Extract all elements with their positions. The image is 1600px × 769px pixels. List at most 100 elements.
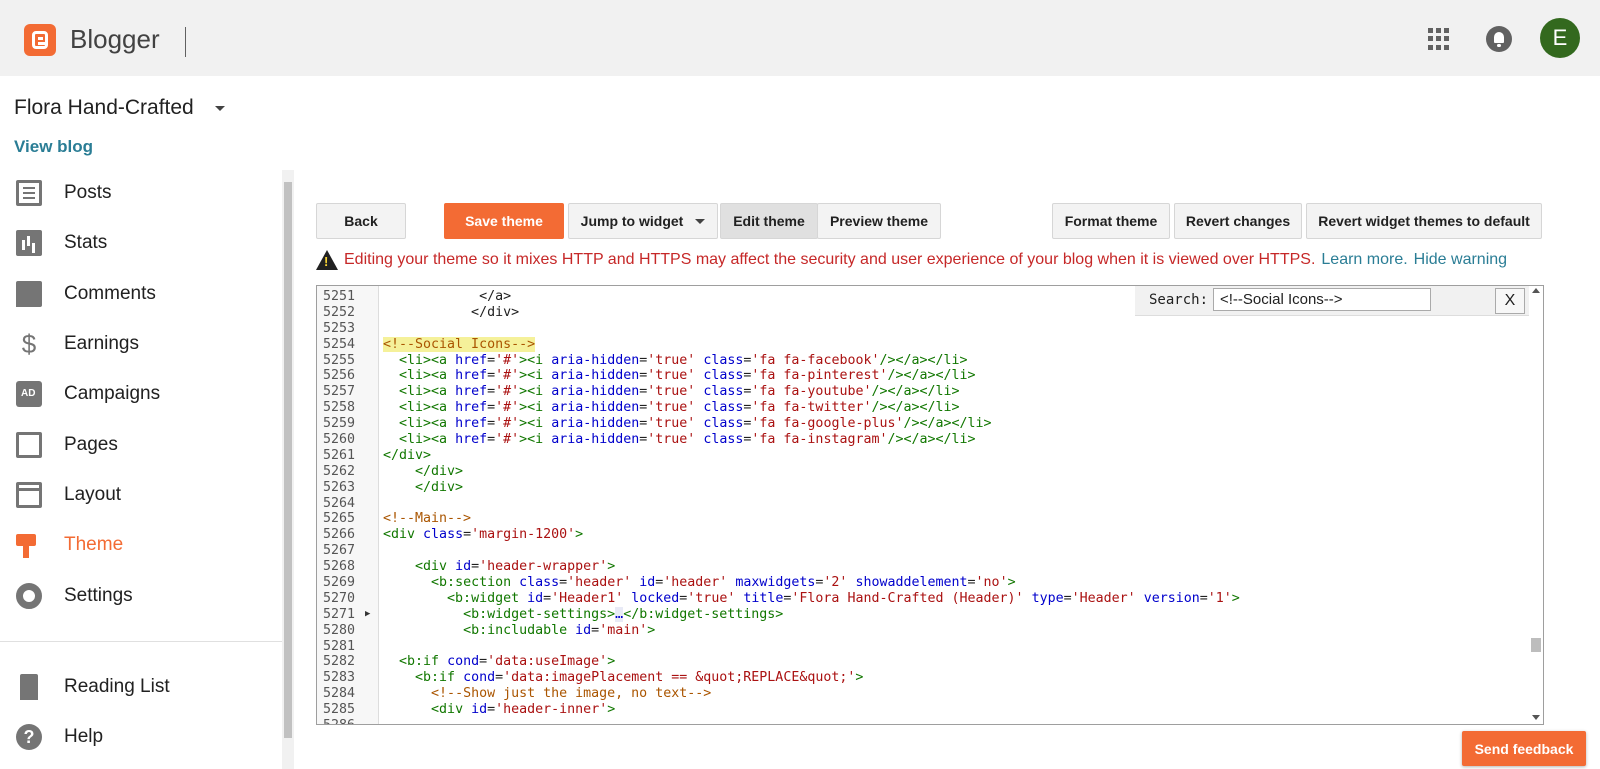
sidebar-item-label: Help — [64, 726, 104, 748]
blog-selector[interactable]: Flora Hand-Crafted — [14, 96, 194, 120]
sidebar-item-comments[interactable]: Comments — [0, 269, 282, 319]
line-number: 5254 — [323, 336, 356, 352]
chevron-down-icon[interactable] — [215, 106, 225, 111]
brand-name[interactable]: Blogger — [70, 24, 160, 55]
code-line[interactable]: 5263 </div> — [317, 480, 1527, 496]
code-area[interactable]: 5251 </a> 5252 </div> 5253 5254 <!--Social I… — [317, 289, 1527, 724]
revert-changes-button[interactable]: Revert changes — [1174, 203, 1302, 239]
code-text: </div> — [415, 463, 464, 479]
sidebar-scrollbar[interactable] — [282, 170, 294, 769]
code-line[interactable]: 5285 <div id='header-inner'> — [317, 702, 1527, 718]
preview-theme-button[interactable]: Preview theme — [817, 203, 941, 239]
pages-icon — [16, 431, 42, 458]
revert-widget-themes-button[interactable]: Revert widget themes to default — [1306, 203, 1542, 239]
sidebar-item-posts[interactable]: Posts — [0, 168, 282, 218]
code-editor[interactable]: 5251 </a> 5252 </div> 5253 5254 <!--Social I… — [316, 285, 1544, 725]
close-search-button[interactable]: X — [1495, 288, 1525, 314]
code-line[interactable]: 5269 <b:section class='header' id='heade… — [317, 575, 1527, 591]
sidebar-item-settings[interactable]: Settings — [0, 570, 282, 620]
code-line[interactable]: 5281 — [317, 639, 1527, 655]
save-theme-button[interactable]: Save theme — [444, 203, 564, 239]
scrollbar-thumb[interactable] — [1531, 638, 1541, 652]
notifications-bell-icon[interactable] — [1486, 26, 1512, 52]
line-number: 5255 — [323, 352, 356, 368]
code-line[interactable]: 5284 <!--Show just the image, no text--> — [317, 686, 1527, 702]
line-number: 5258 — [323, 400, 356, 416]
line-number: 5267 — [323, 543, 356, 559]
line-number: 5281 — [323, 638, 356, 654]
edit-theme-button[interactable]: Edit theme — [720, 203, 818, 239]
code-line[interactable]: 5258 <li><a href='#'><i aria-hidden='tru… — [317, 400, 1527, 416]
code-text: <div id='header-inner'> — [431, 702, 616, 718]
line-number: 5265 — [323, 511, 356, 527]
sidebar-item-pages[interactable]: Pages — [0, 419, 282, 469]
line-number: 5260 — [323, 432, 356, 448]
scrollbar-thumb[interactable] — [284, 182, 292, 738]
jump-to-widget-dropdown[interactable]: Jump to widget — [568, 203, 718, 239]
warning-text: Editing your theme so it mixes HTTP and … — [344, 251, 1316, 268]
line-number: 5280 — [323, 622, 356, 638]
hide-warning-link[interactable]: Hide warning — [1414, 251, 1507, 269]
code-line[interactable]: 5261 </div> — [317, 448, 1527, 464]
code-text: <li><a href='#'><i aria-hidden='true' cl… — [399, 432, 976, 448]
code-line[interactable]: 5253 — [317, 321, 1527, 337]
sidebar-item-label: Stats — [64, 232, 108, 254]
code-line[interactable]: 5254 <!--Social Icons--> — [317, 336, 1527, 353]
fold-arrow-icon[interactable]: ▶ — [365, 607, 370, 623]
scroll-up-icon[interactable] — [1532, 288, 1540, 293]
view-blog-link[interactable]: View blog — [14, 137, 93, 157]
code-text: <div class='margin-1200'> — [383, 527, 584, 543]
sidebar-item-stats[interactable]: Stats — [0, 218, 282, 268]
code-line[interactable]: 5257 <li><a href='#'><i aria-hidden='tru… — [317, 384, 1527, 400]
code-line[interactable]: 5256 <li><a href='#'><i aria-hidden='tru… — [317, 368, 1527, 384]
code-text: <li><a href='#'><i aria-hidden='true' cl… — [399, 384, 960, 400]
editor-scrollbar[interactable] — [1529, 286, 1543, 724]
code-line[interactable]: 5264 — [317, 496, 1527, 512]
code-text: <b:includable id='main'> — [463, 622, 656, 638]
code-line[interactable]: 5262 </div> — [317, 464, 1527, 480]
sidebar-item-campaigns[interactable]: Campaigns — [0, 369, 282, 419]
code-line[interactable]: 5282 <b:if cond='data:useImage'> — [317, 654, 1527, 670]
sidebar-item-theme[interactable]: Theme — [0, 520, 282, 570]
code-line[interactable]: 5271 ▶ <b:widget-settings>…</b:widget-set… — [317, 606, 1527, 623]
account-avatar[interactable]: E — [1540, 18, 1580, 58]
sidebar-item-reading-list[interactable]: Reading List — [0, 662, 282, 712]
code-line[interactable]: 5260 <li><a href='#'><i aria-hidden='tru… — [317, 432, 1527, 448]
line-number: 5253 — [323, 320, 356, 336]
sidebar-item-layout[interactable]: Layout — [0, 470, 282, 520]
code-line[interactable]: 5267 — [317, 543, 1527, 559]
line-number: 5268 — [323, 559, 356, 575]
sidebar-item-label: Posts — [64, 182, 112, 204]
code-text: <!--Main--> — [383, 511, 472, 527]
scroll-down-icon[interactable] — [1532, 715, 1540, 720]
code-line[interactable]: 5266 <div class='margin-1200'> — [317, 527, 1527, 543]
apps-grid-icon[interactable] — [1428, 28, 1450, 50]
back-button[interactable]: Back — [316, 203, 406, 239]
blogger-logo-icon[interactable] — [24, 24, 56, 56]
send-feedback-button[interactable]: Send feedback — [1462, 731, 1586, 766]
stats-icon — [16, 230, 42, 257]
line-number: 5270 — [323, 590, 356, 606]
code-text: <b:if cond='data:imagePlacement == &quot… — [415, 670, 864, 686]
code-line[interactable]: 5270 <b:widget id='Header1' locked='true… — [317, 591, 1527, 607]
sidebar-item-label: Pages — [64, 433, 118, 455]
code-text: <!--Social Icons--> — [383, 336, 536, 352]
code-line[interactable]: 5283 <b:if cond='data:imagePlacement == … — [317, 670, 1527, 686]
code-line[interactable]: 5255 <li><a href='#'><i aria-hidden='tru… — [317, 353, 1527, 369]
sidebar-item-help[interactable]: ? Help — [0, 712, 282, 762]
code-line[interactable]: 5259 <li><a href='#'><i aria-hidden='tru… — [317, 416, 1527, 432]
learn-more-link[interactable]: Learn more. — [1321, 251, 1407, 269]
line-number: 5263 — [323, 479, 356, 495]
search-label: Search: — [1149, 292, 1209, 308]
code-line[interactable]: 5268 <div id='header-wrapper'> — [317, 559, 1527, 575]
sidebar-item-earnings[interactable]: $ Earnings — [0, 319, 282, 369]
code-line[interactable]: 5280 <b:includable id='main'> — [317, 623, 1527, 639]
code-line[interactable]: 5286 — [317, 718, 1527, 724]
posts-icon — [16, 180, 42, 207]
code-text: </div> — [383, 304, 520, 320]
search-input[interactable]: <!--Social Icons--> — [1213, 288, 1431, 311]
dollar-icon: $ — [21, 329, 37, 360]
code-line[interactable]: 5265 <!--Main--> — [317, 511, 1527, 527]
format-theme-button[interactable]: Format theme — [1052, 203, 1170, 239]
line-number: 5252 — [323, 304, 356, 320]
